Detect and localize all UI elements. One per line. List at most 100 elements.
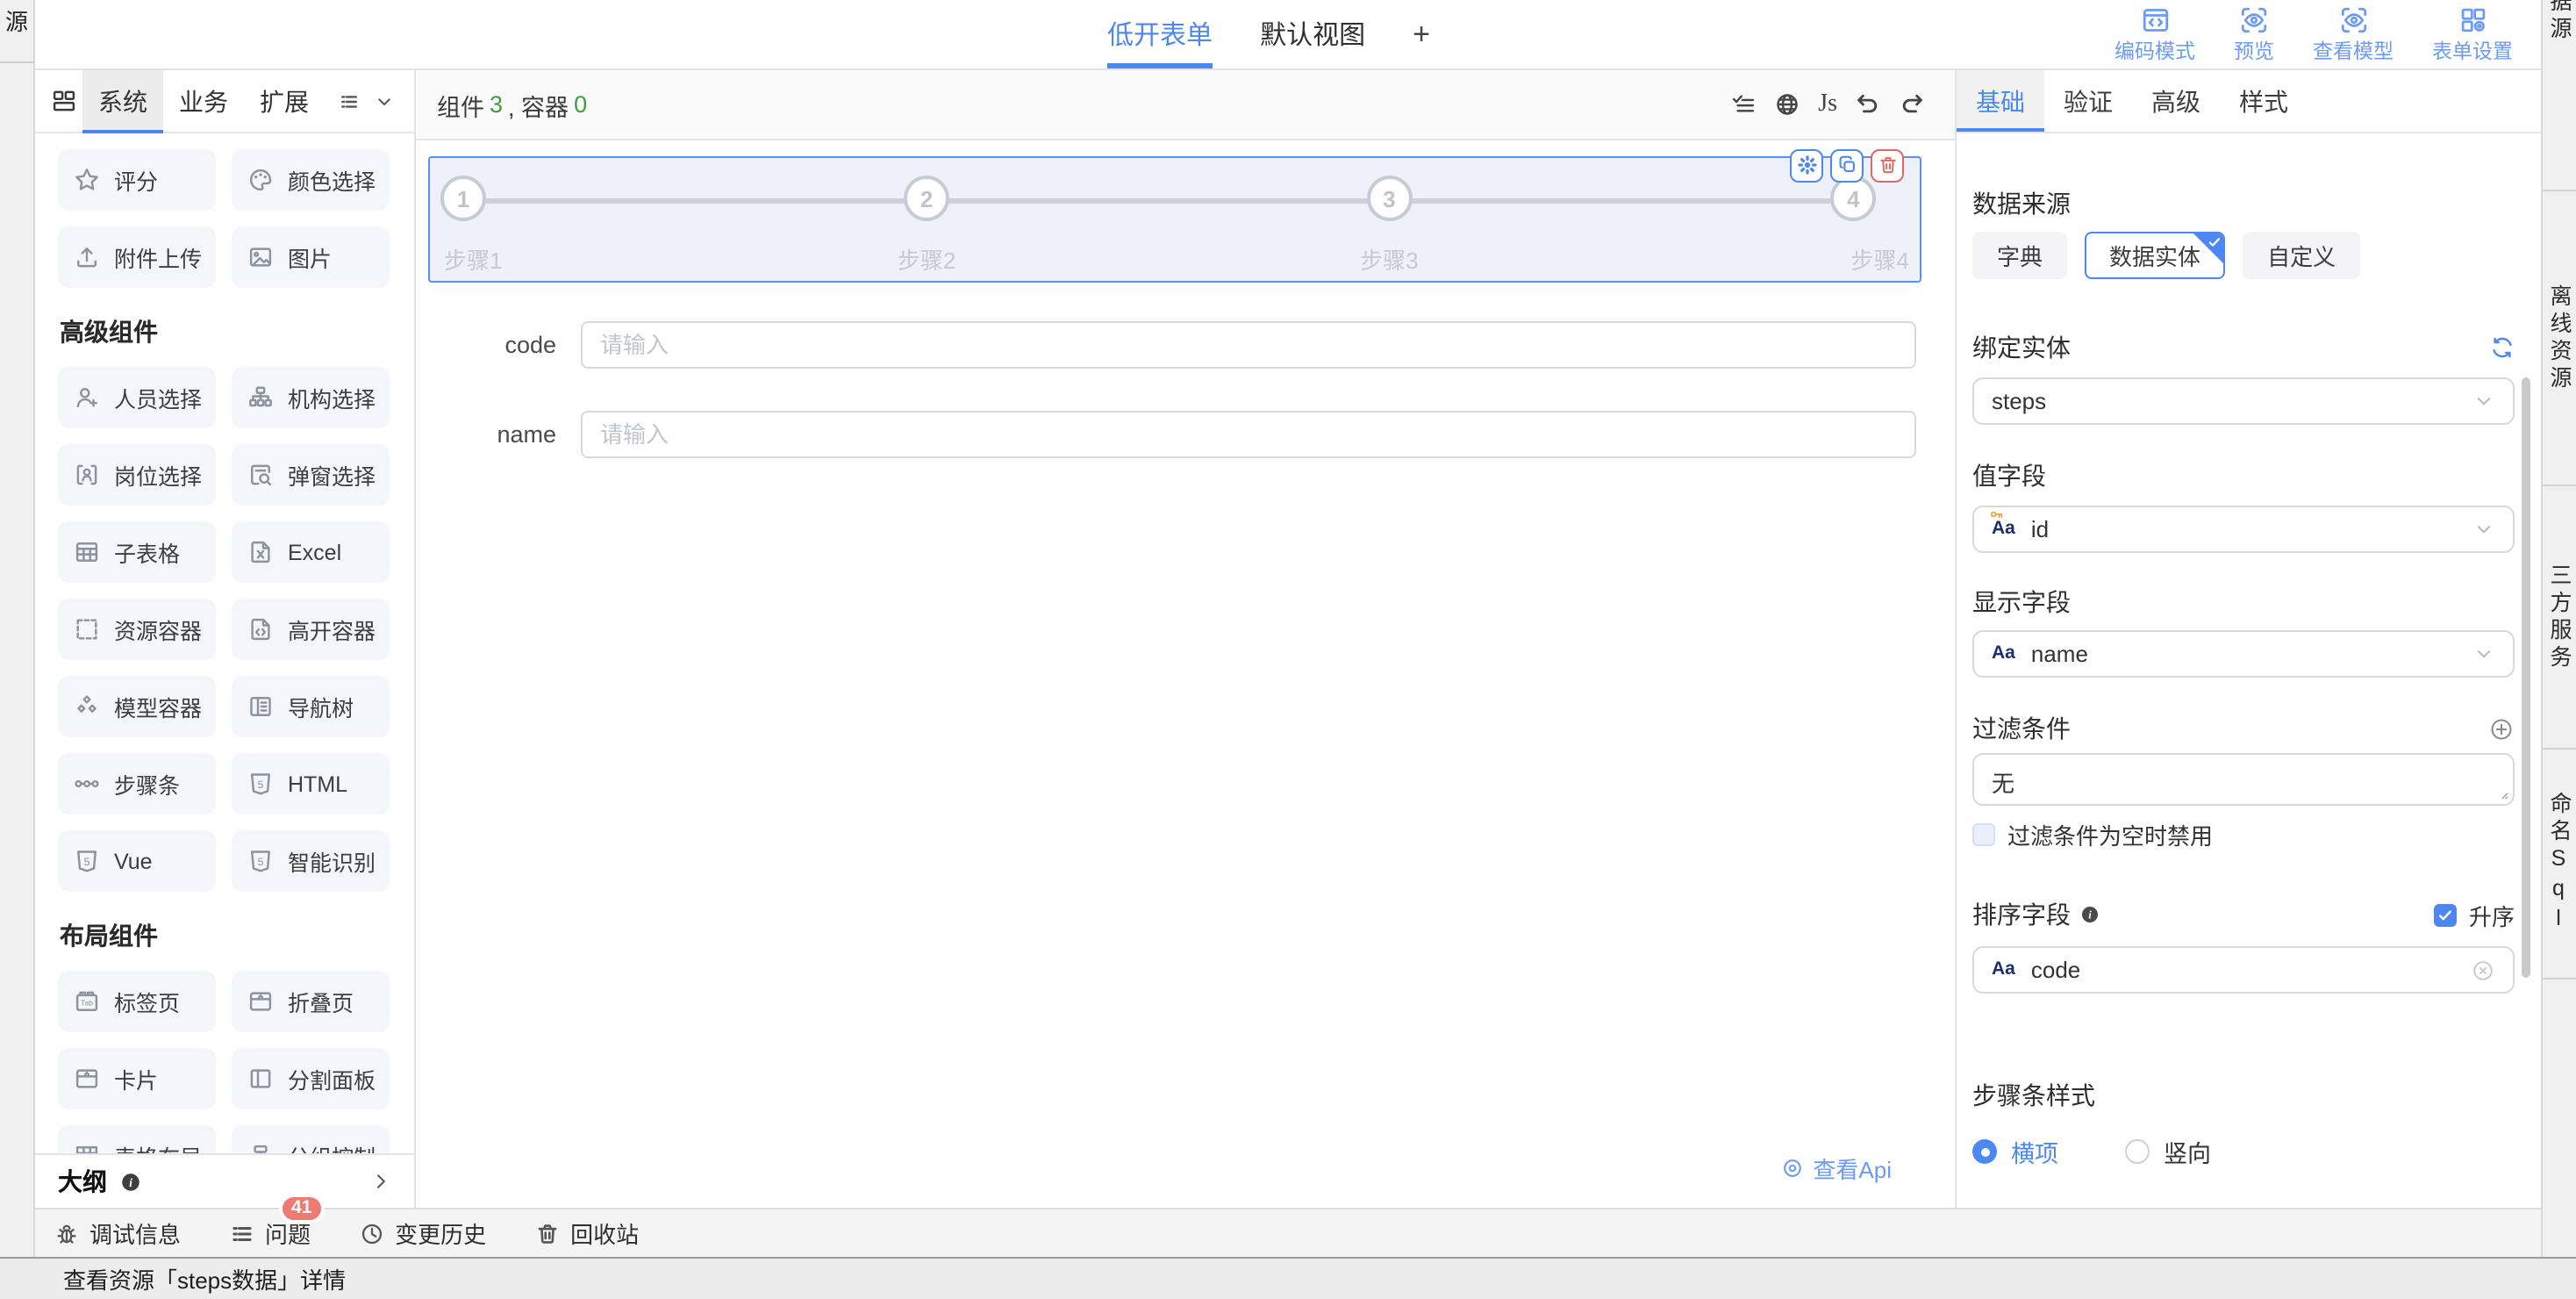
outline-toggle[interactable]: 大纲 i xyxy=(35,1153,414,1208)
component-item-图片[interactable]: 图片 xyxy=(232,226,390,288)
component-count: 3 xyxy=(490,91,503,118)
component-item-分组控制[interactable]: 分组控制 xyxy=(232,1125,390,1153)
right-dock-tab-命名Sql[interactable]: 命名Sql xyxy=(2543,750,2576,980)
top-action-查看模型[interactable]: 查看模型 xyxy=(2313,5,2394,65)
data-source-label: 数据来源 xyxy=(1972,186,2515,221)
component-item-人员选择[interactable]: 人员选择 xyxy=(58,367,216,428)
properties-tab-基础[interactable]: 基础 xyxy=(1957,70,2044,132)
data-source-option-数据实体[interactable]: 数据实体 xyxy=(2085,232,2225,279)
filter-empty-disable-checkbox[interactable] xyxy=(1972,823,1995,846)
component-item-卡片[interactable]: 卡片 xyxy=(58,1048,216,1109)
list-view-icon[interactable] xyxy=(339,90,360,111)
code-window-icon xyxy=(2140,5,2170,35)
component-item-资源容器[interactable]: 资源容器 xyxy=(58,599,216,660)
js-toolbar-button[interactable]: Js xyxy=(1818,90,1837,118)
chevron-down-icon xyxy=(2472,390,2495,413)
component-item-步骤条[interactable]: 步骤条 xyxy=(58,753,216,815)
properties-tab-验证[interactable]: 验证 xyxy=(2044,70,2132,132)
component-item-附件上传[interactable]: 附件上传 xyxy=(58,226,216,288)
panel-scrollbar[interactable] xyxy=(2522,377,2530,978)
component-item-弹窗选择[interactable]: 弹窗选择 xyxy=(232,444,390,506)
left-dock-tab[interactable]: 源 xyxy=(0,0,33,63)
chevron-down-icon xyxy=(2472,518,2495,541)
steps-component-selected[interactable]: 1步骤12步骤23步骤34步骤4 xyxy=(428,156,1921,283)
value-field-select[interactable]: Aa id xyxy=(1972,506,2515,553)
component-delete-button[interactable] xyxy=(1871,148,1904,182)
redo-icon[interactable] xyxy=(1899,91,1925,118)
check-list-icon[interactable] xyxy=(1730,91,1757,118)
right-dock-tab-三方服务[interactable]: 三方服务 xyxy=(2543,486,2576,750)
sidebar-tab-业务[interactable]: 业务 xyxy=(163,70,244,133)
add-view-tab-button[interactable]: + xyxy=(1413,0,1430,68)
bottom-tool-回收站[interactable]: 回收站 xyxy=(535,1216,639,1250)
resize-handle-icon[interactable] xyxy=(2494,785,2509,800)
component-item-HTML[interactable]: 5HTML xyxy=(232,753,390,815)
top-action-编码模式[interactable]: 编码模式 xyxy=(2114,5,2195,65)
component-item-标签页[interactable]: Tab标签页 xyxy=(58,971,216,1032)
sidebar-tab-系统[interactable]: 系统 xyxy=(82,70,163,133)
filter-condition-input[interactable]: 无 xyxy=(1972,753,2515,806)
step-style-radio-竖向[interactable]: 竖向 xyxy=(2125,1134,2211,1169)
add-filter-icon[interactable] xyxy=(2488,715,2515,742)
component-copy-button[interactable] xyxy=(1830,148,1864,182)
bottom-tool-调试信息[interactable]: 调试信息 xyxy=(54,1216,181,1250)
excel-icon xyxy=(247,539,274,565)
component-settings-button[interactable] xyxy=(1790,148,1823,182)
step-circle: 3 xyxy=(1366,176,1412,221)
component-item-Excel[interactable]: Excel xyxy=(232,521,390,583)
info-icon: i xyxy=(2079,904,2100,925)
component-item-颜色选择[interactable]: 颜色选择 xyxy=(232,149,390,211)
component-item-label: 岗位选择 xyxy=(114,458,202,492)
component-item-label: 弹窗选择 xyxy=(288,458,376,492)
grid-blocks-icon xyxy=(2458,5,2487,35)
sidebar-tab-扩展[interactable]: 扩展 xyxy=(244,70,325,133)
view-tab[interactable]: 低开表单 xyxy=(1107,0,1213,68)
component-item-高开容器[interactable]: 高开容器 xyxy=(232,599,390,660)
chevron-down-icon[interactable] xyxy=(374,90,395,111)
step-style-label: 步骤条样式 xyxy=(1972,1078,2515,1113)
component-item-模型容器[interactable]: 模型容器 xyxy=(58,676,216,737)
data-source-option-自定义[interactable]: 自定义 xyxy=(2243,232,2360,279)
right-dock-tab-离线资源[interactable]: 离线资源 xyxy=(2543,191,2576,486)
top-action-label: 查看模型 xyxy=(2313,37,2394,65)
eye-circle-icon xyxy=(1781,1157,1804,1180)
component-item-岗位选择[interactable]: 岗位选择 xyxy=(58,444,216,506)
sort-field-input[interactable]: Aa code xyxy=(1972,946,2515,994)
top-action-预览[interactable]: 预览 xyxy=(2234,5,2274,65)
sort-ascending-checkbox[interactable] xyxy=(2434,903,2457,926)
data-source-option-字典[interactable]: 字典 xyxy=(1972,232,2067,279)
component-item-label: 智能识别 xyxy=(288,844,376,878)
properties-tab-高级[interactable]: 高级 xyxy=(2132,70,2220,132)
display-field-select[interactable]: Aa name xyxy=(1972,630,2515,678)
step-style-radio-横项[interactable]: 横项 xyxy=(1972,1134,2058,1169)
step-circle: 2 xyxy=(904,176,949,221)
globe-icon[interactable] xyxy=(1774,91,1800,118)
view-tab[interactable]: 默认视图 xyxy=(1260,0,1365,68)
components-grid-icon[interactable] xyxy=(51,88,77,114)
palette-icon xyxy=(247,167,274,193)
component-item-评分[interactable]: 评分 xyxy=(58,149,216,211)
undo-icon[interactable] xyxy=(1855,91,1881,118)
top-action-表单设置[interactable]: 表单设置 xyxy=(2432,5,2513,65)
issue-count-badge: 41 xyxy=(279,1194,324,1224)
view-api-link[interactable]: 查看Api xyxy=(1781,1152,1892,1185)
component-item-导航树[interactable]: 导航树 xyxy=(232,676,390,737)
clear-icon[interactable] xyxy=(2471,958,2495,982)
field-input-name[interactable] xyxy=(581,411,1916,458)
field-input-code[interactable] xyxy=(581,321,1916,369)
bottom-tool-变更历史[interactable]: 变更历史 xyxy=(360,1216,486,1250)
refresh-icon[interactable] xyxy=(2490,335,2515,360)
properties-tab-样式[interactable]: 样式 xyxy=(2220,70,2308,132)
bind-entity-select[interactable]: steps xyxy=(1972,377,2515,425)
component-item-智能识别[interactable]: 5智能识别 xyxy=(232,830,390,892)
component-item-机构选择[interactable]: 机构选择 xyxy=(232,367,390,428)
component-item-子表格[interactable]: 子表格 xyxy=(58,521,216,583)
component-item-表格布局[interactable]: 表格布局 xyxy=(58,1125,216,1153)
radio-label: 横项 xyxy=(2011,1134,2058,1169)
right-dock-tab-据源[interactable]: 据源 xyxy=(2543,0,2576,191)
component-item-折叠页[interactable]: 折叠页 xyxy=(232,971,390,1032)
step-label: 步骤4 xyxy=(1851,242,1909,276)
check-icon xyxy=(2437,907,2453,922)
component-item-Vue[interactable]: 5Vue xyxy=(58,830,216,892)
component-item-分割面板[interactable]: 分割面板 xyxy=(232,1048,390,1109)
